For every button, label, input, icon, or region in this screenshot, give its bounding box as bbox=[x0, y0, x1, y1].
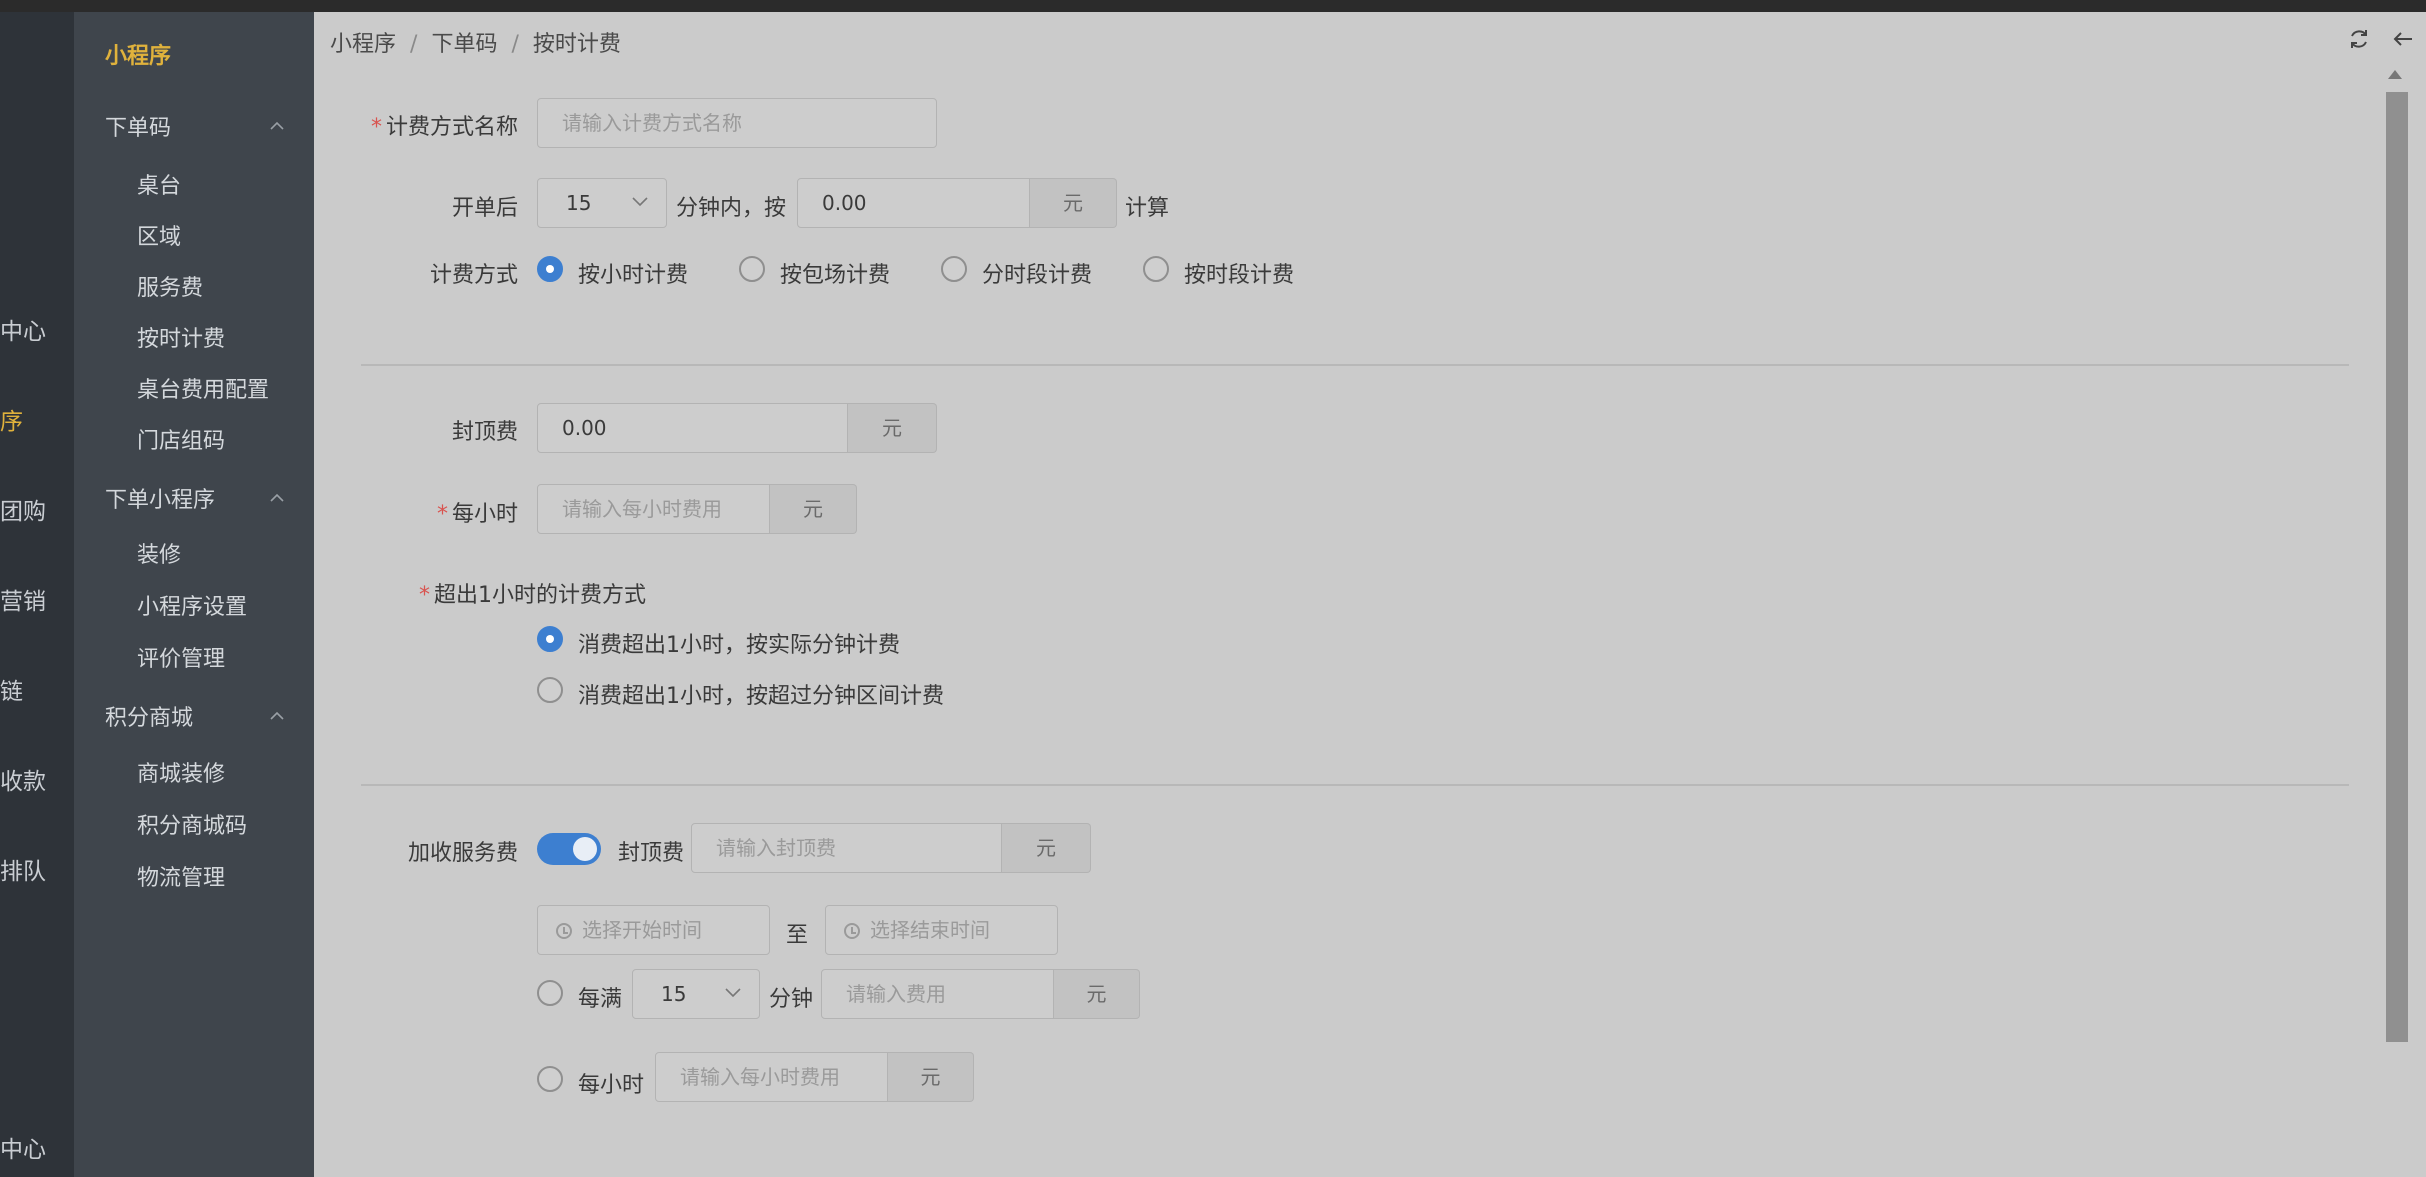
sub-nav-item[interactable]: 积分商城码 bbox=[137, 808, 247, 840]
per-hour-fee-input[interactable]: 请输入每小时费用 bbox=[655, 1052, 888, 1102]
back-arrow-icon[interactable] bbox=[2390, 26, 2416, 52]
refresh-icon[interactable] bbox=[2346, 26, 2372, 52]
yuan-addon: 元 bbox=[1030, 178, 1117, 228]
yuan-addon: 元 bbox=[848, 403, 937, 453]
service-fee-label: 加收服务费 bbox=[407, 841, 518, 866]
sub-nav-item[interactable]: 物流管理 bbox=[137, 860, 225, 892]
primary-nav-item[interactable]: 收款 bbox=[0, 762, 46, 796]
service-radio-every[interactable] bbox=[537, 980, 563, 1006]
breadcrumb-item-current: 按时计费 bbox=[532, 32, 621, 57]
sub-nav-item[interactable]: 小程序设置 bbox=[137, 589, 247, 621]
chevron-up-icon[interactable] bbox=[270, 116, 284, 130]
yuan-addon: 元 bbox=[1002, 823, 1091, 873]
section-divider bbox=[361, 784, 2349, 786]
mode-label: 计费方式 bbox=[429, 263, 518, 288]
service-fee-toggle[interactable] bbox=[537, 833, 601, 865]
service-radio-per-hour[interactable] bbox=[537, 1066, 563, 1092]
over-radio-minute-range[interactable] bbox=[537, 677, 563, 703]
chevron-up-icon[interactable] bbox=[270, 706, 284, 720]
breadcrumb-item[interactable]: 小程序 bbox=[330, 32, 396, 57]
sub-nav-item[interactable]: 服务费 bbox=[137, 270, 203, 302]
breadcrumb: 小程序 / 下单码 / 按时计费 bbox=[330, 26, 621, 58]
top-icons bbox=[2346, 26, 2416, 52]
scroll-up-arrow[interactable] bbox=[2388, 70, 2402, 79]
sub-nav-item[interactable]: 桌台费用配置 bbox=[137, 372, 269, 404]
over-option-label[interactable]: 消费超出1小时，按超过分钟区间计费 bbox=[578, 678, 944, 710]
sub-nav-title: 小程序 bbox=[105, 44, 172, 69]
to-text: 至 bbox=[786, 923, 809, 948]
mode-radio-time-period[interactable] bbox=[1143, 256, 1169, 282]
open-mid-text: 分钟内，按 bbox=[676, 196, 787, 221]
primary-nav-item[interactable]: 排队 bbox=[0, 852, 46, 886]
mode-option-label[interactable]: 按小时计费 bbox=[578, 257, 688, 289]
scrollbar-thumb[interactable] bbox=[2386, 92, 2408, 1042]
sub-nav-item[interactable]: 桌台 bbox=[137, 168, 181, 200]
cap-label: 封顶费 bbox=[451, 420, 518, 445]
every-label[interactable]: 每满 bbox=[578, 981, 622, 1013]
sub-nav-item[interactable]: 按时计费 bbox=[137, 321, 225, 353]
section-divider bbox=[361, 364, 2349, 366]
service-cap-input[interactable]: 请输入封顶费 bbox=[691, 823, 1002, 873]
open-label: 开单后 bbox=[451, 196, 518, 221]
sub-nav-group-points-mall[interactable]: 积分商城 bbox=[105, 700, 193, 732]
sub-nav: 小程序 下单码 桌台 区域 服务费 按时计费 桌台费用配置 门店组码 下单小程序… bbox=[74, 12, 314, 1177]
hourly-label: * 每小时 bbox=[436, 502, 518, 527]
over-hour-label: * 超出1小时的计费方式 bbox=[419, 583, 646, 608]
breadcrumb-sep: / bbox=[511, 32, 519, 57]
per-hour-label[interactable]: 每小时 bbox=[578, 1067, 644, 1099]
clock-icon bbox=[556, 923, 572, 939]
open-price-input[interactable]: 0.00 bbox=[797, 178, 1030, 228]
open-minutes-select[interactable]: 15 bbox=[537, 178, 667, 228]
cap-fee-input[interactable]: 0.00 bbox=[537, 403, 848, 453]
mode-option-label[interactable]: 按包场计费 bbox=[780, 257, 890, 289]
start-time-picker[interactable]: 选择开始时间 bbox=[537, 905, 770, 955]
mode-radio-split-period[interactable] bbox=[941, 256, 967, 282]
yuan-addon: 元 bbox=[770, 484, 857, 534]
sub-nav-item[interactable]: 门店组码 bbox=[137, 423, 225, 455]
top-bar bbox=[0, 0, 2426, 12]
minute-label: 分钟 bbox=[769, 987, 814, 1012]
chevron-down-icon bbox=[632, 197, 648, 207]
every-minutes-select[interactable]: 15 bbox=[632, 969, 760, 1019]
chevron-down-icon bbox=[725, 988, 741, 998]
breadcrumb-item[interactable]: 下单码 bbox=[431, 32, 497, 57]
clock-icon bbox=[844, 923, 860, 939]
sub-nav-group-mini-program[interactable]: 下单小程序 bbox=[105, 482, 215, 514]
breadcrumb-sep: / bbox=[410, 32, 418, 57]
primary-nav-item[interactable]: 营销 bbox=[0, 582, 46, 616]
mode-radio-package[interactable] bbox=[739, 256, 765, 282]
service-cap-label: 封顶费 bbox=[618, 841, 685, 866]
mode-option-label[interactable]: 分时段计费 bbox=[982, 257, 1092, 289]
yuan-addon: 元 bbox=[1054, 969, 1140, 1019]
primary-nav-item[interactable]: 团购 bbox=[0, 492, 46, 526]
primary-nav: 中心 序 团购 营销 链 收款 排队 中心 bbox=[0, 12, 74, 1177]
billing-name-input[interactable]: 请输入计费方式名称 bbox=[537, 98, 937, 148]
every-fee-input[interactable]: 请输入费用 bbox=[821, 969, 1054, 1019]
mode-radio-hourly[interactable] bbox=[537, 256, 563, 282]
primary-nav-item[interactable]: 中心 bbox=[0, 1130, 46, 1164]
yuan-addon: 元 bbox=[888, 1052, 974, 1102]
mode-option-label[interactable]: 按时段计费 bbox=[1184, 257, 1294, 289]
main-content: 小程序 / 下单码 / 按时计费 * 计费方式名称 请输入计费方式名称 开单后 15 分钟… bbox=[314, 12, 2426, 1177]
open-suffix-text: 计算 bbox=[1125, 196, 1170, 221]
sub-nav-group-order-code[interactable]: 下单码 bbox=[105, 110, 171, 142]
sub-nav-item[interactable]: 商城装修 bbox=[137, 756, 225, 788]
sub-nav-item[interactable]: 评价管理 bbox=[137, 641, 225, 673]
primary-nav-item-active[interactable]: 序 bbox=[0, 402, 23, 436]
end-time-picker[interactable]: 选择结束时间 bbox=[825, 905, 1058, 955]
sub-nav-item[interactable]: 区域 bbox=[137, 219, 181, 251]
name-label: * 计费方式名称 bbox=[370, 115, 518, 140]
sub-nav-item[interactable]: 装修 bbox=[137, 537, 181, 569]
over-option-label[interactable]: 消费超出1小时，按实际分钟计费 bbox=[578, 627, 900, 659]
primary-nav-item[interactable]: 中心 bbox=[0, 312, 46, 346]
hourly-fee-input[interactable]: 请输入每小时费用 bbox=[537, 484, 770, 534]
over-radio-actual-minute[interactable] bbox=[537, 626, 563, 652]
chevron-up-icon[interactable] bbox=[270, 488, 284, 502]
primary-nav-item[interactable]: 链 bbox=[0, 672, 23, 706]
